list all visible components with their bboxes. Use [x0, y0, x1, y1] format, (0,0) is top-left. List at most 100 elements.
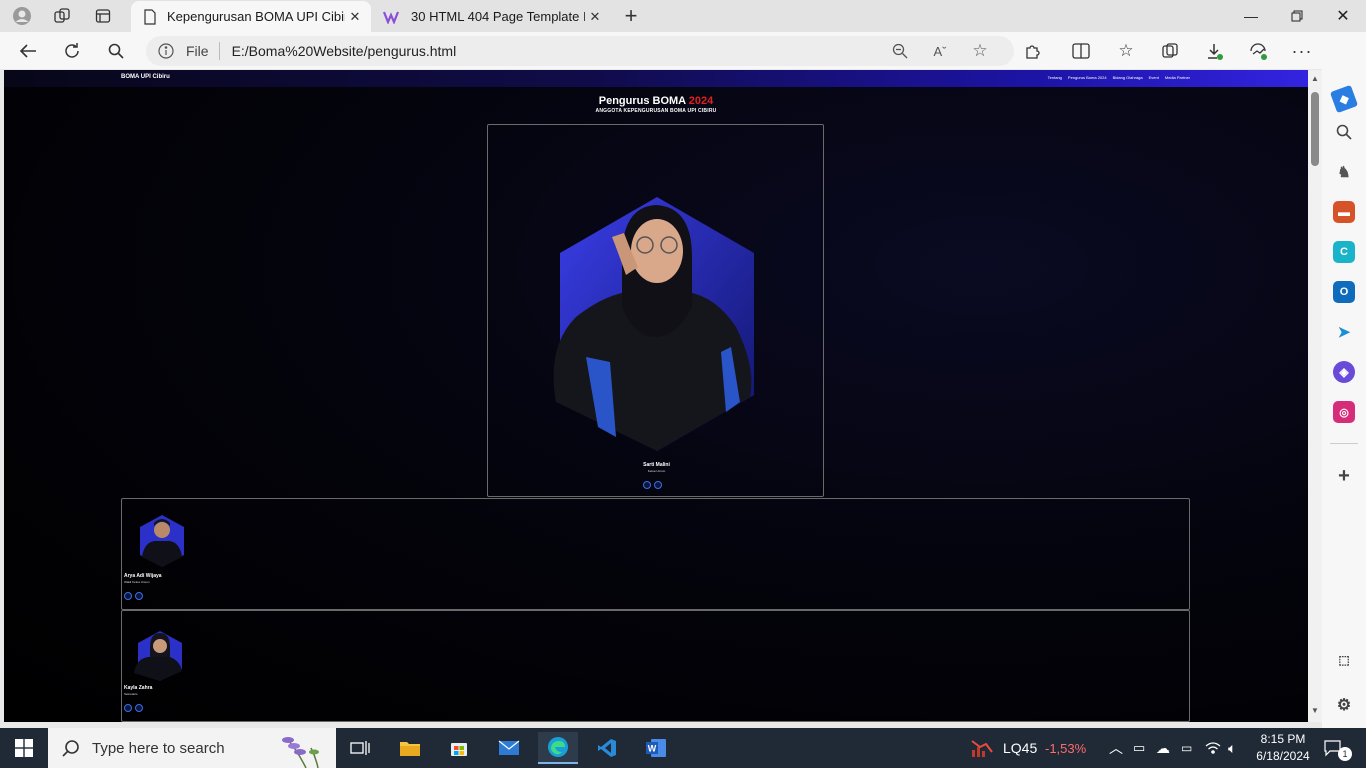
site-navbar: BOMA UPI Cibiru Tentang Pengurus Boma 20… — [4, 70, 1308, 87]
onedrive-cloud-icon[interactable]: ☁ — [1156, 728, 1170, 768]
edge-taskbar-icon[interactable] — [538, 732, 578, 764]
instagram-icon[interactable] — [124, 592, 132, 600]
favorites-icon[interactable]: ☆ — [1113, 38, 1139, 64]
refresh-icon[interactable] — [59, 38, 85, 64]
mail-icon[interactable] — [489, 732, 529, 764]
page-title-year: 2024 — [688, 95, 714, 107]
member-photo — [134, 631, 182, 681]
microsoft-store-icon[interactable] — [439, 732, 479, 764]
featured-member-name: Sarti Malini — [643, 462, 670, 468]
instagram-icon[interactable]: ◎ — [1333, 401, 1355, 423]
member-card: Arya Adi Wijaya Wakil Ketua Umum — [121, 498, 1190, 610]
info-icon[interactable] — [146, 43, 186, 59]
more-menu-icon[interactable]: ··· — [1289, 38, 1315, 64]
sidebar-divider — [1330, 443, 1358, 444]
site-brand[interactable]: BOMA UPI Cibiru — [121, 74, 170, 80]
member-role: Wakil Ketua Umum — [124, 580, 150, 584]
scheme-label: File — [186, 42, 220, 60]
network-icon[interactable] — [1205, 728, 1221, 768]
read-aloud-icon[interactable]: Aˇ — [925, 36, 955, 66]
address-bar[interactable]: File E:/Boma%20Website/pengurus.html Aˇ … — [146, 36, 1014, 66]
member-social-links — [124, 704, 143, 712]
tab-kepengurusan[interactable]: Kepengurusan BOMA UPI Cibiru ✕ — [131, 1, 371, 32]
file-explorer-icon[interactable] — [390, 732, 430, 764]
volume-icon[interactable]: 🔈︎ — [1228, 728, 1236, 768]
whatsapp-icon[interactable] — [654, 481, 662, 489]
instagram-icon[interactable] — [643, 481, 651, 489]
url-text[interactable]: E:/Boma%20Website/pengurus.html — [232, 43, 457, 59]
start-icon[interactable] — [4, 732, 44, 764]
featured-member-card: Sarti Malini Ketua Umum — [487, 124, 824, 497]
zoom-out-icon[interactable] — [885, 36, 915, 66]
tab-actions-icon[interactable] — [90, 4, 116, 28]
add-sidebar-app-icon[interactable]: + — [1333, 465, 1355, 487]
favorite-star-icon[interactable]: ☆ — [965, 36, 995, 66]
page-title: Pengurus BOMA 2024 — [4, 95, 1308, 107]
outlook-icon[interactable]: O — [1333, 281, 1355, 303]
back-icon[interactable] — [15, 38, 41, 64]
minimize-icon[interactable]: — — [1228, 0, 1274, 32]
member-social-links — [124, 592, 143, 600]
tab-404-templates[interactable]: 30 HTML 404 Page Template Insp ✕ — [371, 1, 611, 32]
screenshot-icon[interactable]: ⬚ — [1333, 649, 1355, 671]
profile-icon[interactable] — [9, 4, 35, 28]
site-favicon-icon — [383, 11, 400, 24]
split-screen-icon[interactable] — [1068, 38, 1094, 64]
vscode-icon[interactable] — [587, 732, 627, 764]
browser-tab-strip: Kepengurusan BOMA UPI Cibiru ✕ 30 HTML 4… — [0, 0, 1366, 32]
games-chess-icon[interactable]: ♞ — [1333, 161, 1355, 183]
search-icon[interactable] — [103, 38, 129, 64]
show-hidden-icons-icon[interactable]: ︿ — [1109, 728, 1123, 768]
page-scrollbar[interactable]: ▲ ▼ — [1308, 70, 1322, 722]
extensions-icon[interactable] — [1020, 38, 1046, 64]
browser-toolbar: File E:/Boma%20Website/pengurus.html Aˇ … — [0, 32, 1366, 69]
restore-icon[interactable] — [1274, 0, 1320, 32]
copilot-designer-icon[interactable]: C — [1333, 241, 1355, 263]
scroll-thumb[interactable] — [1311, 92, 1319, 166]
whatsapp-icon[interactable] — [135, 704, 143, 712]
microsoft365-icon[interactable]: ◈ — [1333, 361, 1355, 383]
nav-link-pengurus[interactable]: Pengurus Boma 2024 — [1068, 75, 1107, 80]
whatsapp-icon[interactable] — [135, 592, 143, 600]
shopping-tag-icon[interactable]: ◆ — [1329, 84, 1359, 114]
page-icon — [144, 8, 156, 25]
nav-link-event[interactable]: Event — [1149, 75, 1159, 80]
clock-date: 6/18/2024 — [1256, 749, 1310, 763]
featured-member-photo — [553, 197, 754, 451]
nav-link-bidang[interactable]: Bidang Olahraga — [1113, 75, 1143, 80]
search-highlight-lavender-icon — [282, 737, 319, 768]
nav-link-media[interactable]: Media Partner — [1165, 75, 1190, 80]
close-window-icon[interactable]: ✕ — [1320, 0, 1366, 32]
notification-badge: 1 — [1338, 747, 1352, 761]
close-tab-icon[interactable]: ✕ — [345, 9, 365, 25]
tools-briefcase-icon[interactable]: ▬ — [1333, 201, 1355, 223]
stock-name[interactable]: LQ45 — [1003, 728, 1037, 768]
close-tab-icon[interactable]: ✕ — [585, 9, 605, 25]
battery-icon[interactable]: ▭ — [1181, 728, 1192, 768]
taskbar-search-placeholder: Type here to search — [92, 739, 225, 757]
scroll-up-icon[interactable]: ▲ — [1310, 74, 1320, 83]
sidebar-settings-icon[interactable]: ⚙ — [1333, 694, 1355, 716]
collections-icon[interactable] — [1157, 38, 1183, 64]
meet-now-icon[interactable]: ▭ — [1133, 728, 1145, 768]
taskbar-search-box[interactable]: Type here to search — [48, 728, 336, 768]
instagram-icon[interactable] — [124, 704, 132, 712]
scroll-down-icon[interactable]: ▼ — [1310, 706, 1320, 715]
member-name: Kayla Zahra — [124, 685, 153, 691]
featured-member-role: Ketua Umum — [647, 469, 666, 473]
stock-change[interactable]: -1,53% — [1045, 728, 1086, 768]
new-tab-icon[interactable]: + — [618, 3, 644, 28]
task-view-icon[interactable] — [340, 732, 380, 764]
performance-icon[interactable] — [1245, 38, 1271, 64]
clock[interactable]: 8:15 PM 6/18/2024 — [1255, 728, 1311, 768]
workspaces-icon[interactable] — [49, 4, 75, 28]
notification-center-icon[interactable]: 1 — [1324, 728, 1358, 768]
downloads-icon[interactable] — [1201, 38, 1227, 64]
nav-link-tentang[interactable]: Tentang — [1048, 75, 1062, 80]
taskbar-search-icon — [62, 740, 79, 757]
sidebar-search-icon[interactable] — [1333, 121, 1355, 143]
tab-title: 30 HTML 404 Page Template Insp — [411, 9, 585, 24]
word-icon[interactable]: W — [636, 732, 676, 764]
telegram-icon[interactable]: ➤ — [1333, 321, 1355, 343]
clock-time: 8:15 PM — [1260, 732, 1306, 746]
